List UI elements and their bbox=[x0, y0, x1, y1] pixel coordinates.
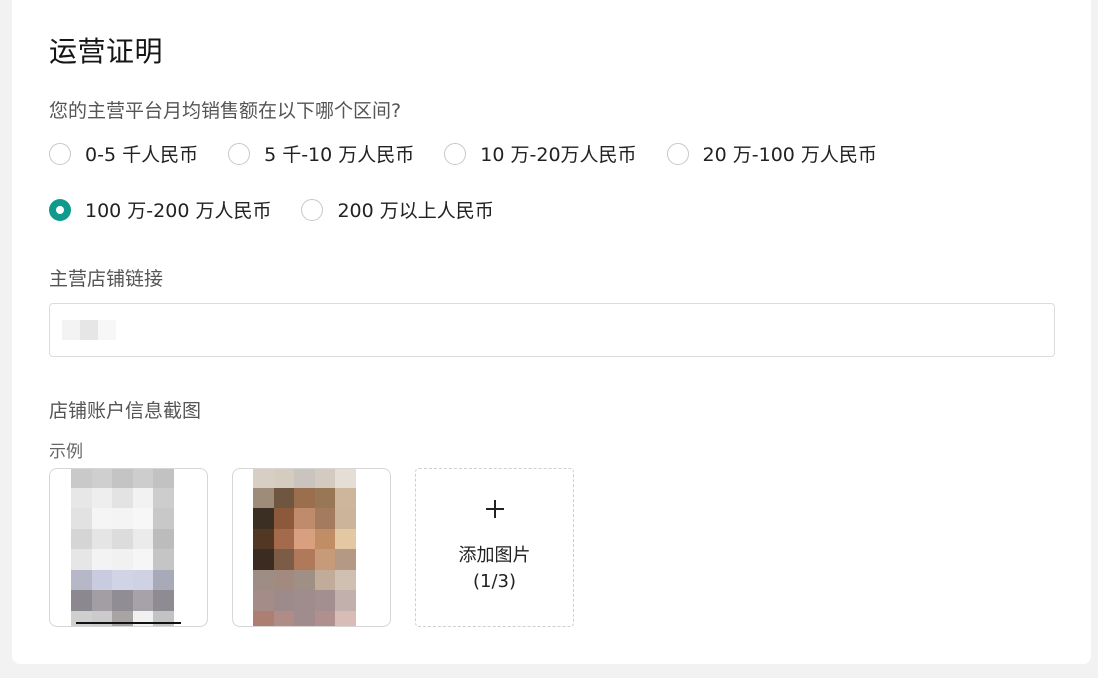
add-image-label: 添加图片 bbox=[458, 545, 531, 566]
radio-circle-icon[interactable] bbox=[666, 142, 689, 165]
radio-option-over-2m[interactable]: 200 万以上人民币 bbox=[301, 196, 494, 223]
radio-label: 200 万以上人民币 bbox=[337, 200, 494, 222]
sample-image-thumbnail[interactable] bbox=[49, 468, 208, 627]
sales-radio-group-row-1: 0-5 千人民币 5 千-10 万人民币 10 万-20万人民币 20 万-10… bbox=[49, 140, 907, 167]
radio-circle-icon[interactable] bbox=[301, 198, 324, 221]
screenshot-label: 店铺账户信息截图 bbox=[49, 400, 202, 422]
blurred-link-value bbox=[62, 320, 116, 340]
store-link-input[interactable] bbox=[49, 303, 1055, 357]
radio-label: 20 万-100 万人民币 bbox=[702, 144, 877, 166]
radio-option-100k-200k[interactable]: 10 万-20万人民币 bbox=[444, 140, 637, 167]
sales-question-label: 您的主营平台月均销售额在以下哪个区间? bbox=[49, 100, 402, 122]
radio-label: 0-5 千人民币 bbox=[85, 144, 199, 166]
uploaded-image-thumbnail[interactable] bbox=[232, 468, 391, 627]
thumbnail-underline bbox=[76, 622, 181, 624]
radio-circle-icon[interactable] bbox=[49, 142, 71, 165]
pixelated-uploaded-image bbox=[253, 469, 356, 626]
radio-label: 100 万-200 万人民币 bbox=[85, 200, 272, 222]
store-link-label: 主营店铺链接 bbox=[49, 268, 164, 290]
radio-option-0-5k[interactable]: 0-5 千人民币 bbox=[49, 140, 198, 167]
radio-circle-icon[interactable] bbox=[228, 142, 251, 165]
add-image-button[interactable]: 添加图片 (1/3) bbox=[415, 468, 574, 627]
plus-icon bbox=[486, 500, 504, 518]
section-title: 运营证明 bbox=[49, 35, 164, 68]
add-image-count: (1/3) bbox=[472, 571, 516, 592]
pixelated-sample-image bbox=[71, 469, 174, 626]
radio-option-200k-1m[interactable]: 20 万-100 万人民币 bbox=[666, 140, 877, 167]
radio-option-1m-2m[interactable]: 100 万-200 万人民币 bbox=[49, 196, 271, 223]
radio-checked-icon[interactable] bbox=[49, 198, 71, 221]
radio-label: 5 千-10 万人民币 bbox=[264, 144, 415, 166]
radio-option-5k-100k[interactable]: 5 千-10 万人民币 bbox=[228, 140, 414, 167]
sales-radio-group-row-2: 100 万-200 万人民币 200 万以上人民币 bbox=[49, 196, 524, 223]
radio-circle-icon[interactable] bbox=[444, 142, 467, 165]
sample-label: 示例 bbox=[49, 442, 83, 462]
radio-label: 10 万-20万人民币 bbox=[480, 144, 637, 166]
operation-proof-card: 运营证明 您的主营平台月均销售额在以下哪个区间? 0-5 千人民币 5 千-10… bbox=[12, 0, 1091, 664]
